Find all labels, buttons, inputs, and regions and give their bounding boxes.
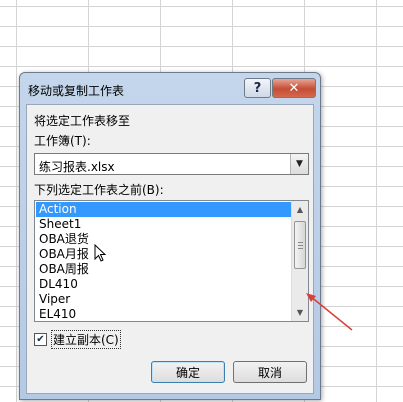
create-copy-checkbox[interactable]: ✔ [34,332,47,346]
close-icon: ✕ [288,80,300,96]
create-copy-label[interactable]: 建立副本(C) [51,329,121,349]
sheet-list-item[interactable]: OBA周报 [36,262,292,277]
before-sheet-label: 下列选定工作表之前(B): [34,183,164,197]
annotation-arrow-icon [306,293,353,331]
move-copy-sheet-dialog: 移动或复制工作表 ? ✕ 将选定工作表移至 工作簿(T): 练习报表.xlsx … [19,72,321,400]
sheet-list-item[interactable]: Action [36,202,292,217]
sheet-list-item[interactable]: OBA退货 [36,232,292,247]
chevron-down-icon: ▼ [296,159,303,169]
sheet-list-item[interactable]: OBA月报 [36,247,292,262]
ok-button[interactable]: 确定 [151,361,225,383]
close-button[interactable]: ✕ [272,78,316,98]
grip-line [298,248,303,249]
cancel-button[interactable]: 取消 [233,361,307,383]
sheet-listbox[interactable]: EL410 Viper DL410 OBA周报 OBA月报 OBA退货 Sheet1 Acti… [34,200,309,322]
create-copy-row[interactable]: ✔ 建立副本(C) [34,329,121,349]
help-button[interactable]: ? [244,78,271,98]
workbook-label: 工作簿(T): [34,134,91,148]
sheet-list-item[interactable]: EL410 [36,307,292,321]
checkmark-icon: ✔ [36,333,45,345]
move-to-label: 将选定工作表移至 [34,114,131,128]
help-icon: ? [253,80,262,96]
workbook-select-value: 练习报表.xlsx [39,160,115,174]
dialog-content: 将选定工作表移至 工作簿(T): 练习报表.xlsx ▼ 下列选定工作表之前(B… [26,104,314,394]
sheet-list-item[interactable]: Viper [36,292,292,307]
mouse-cursor-icon [94,244,107,262]
scroll-up-arrow-icon[interactable]: ▲ [292,201,308,218]
sheet-list-item[interactable]: DL410 [36,277,292,292]
grip-line [298,245,303,246]
grip-line [298,242,303,243]
scroll-thumb[interactable] [294,221,306,269]
dialog-title: 移动或复制工作表 [28,84,125,98]
workbook-select[interactable]: 练习报表.xlsx ▼ [34,153,309,175]
dialog-titlebar[interactable]: 移动或复制工作表 ? ✕ [20,73,320,103]
workbook-dropdown-button[interactable]: ▼ [290,154,308,174]
sheet-list-item[interactable]: Sheet1 [36,217,292,232]
